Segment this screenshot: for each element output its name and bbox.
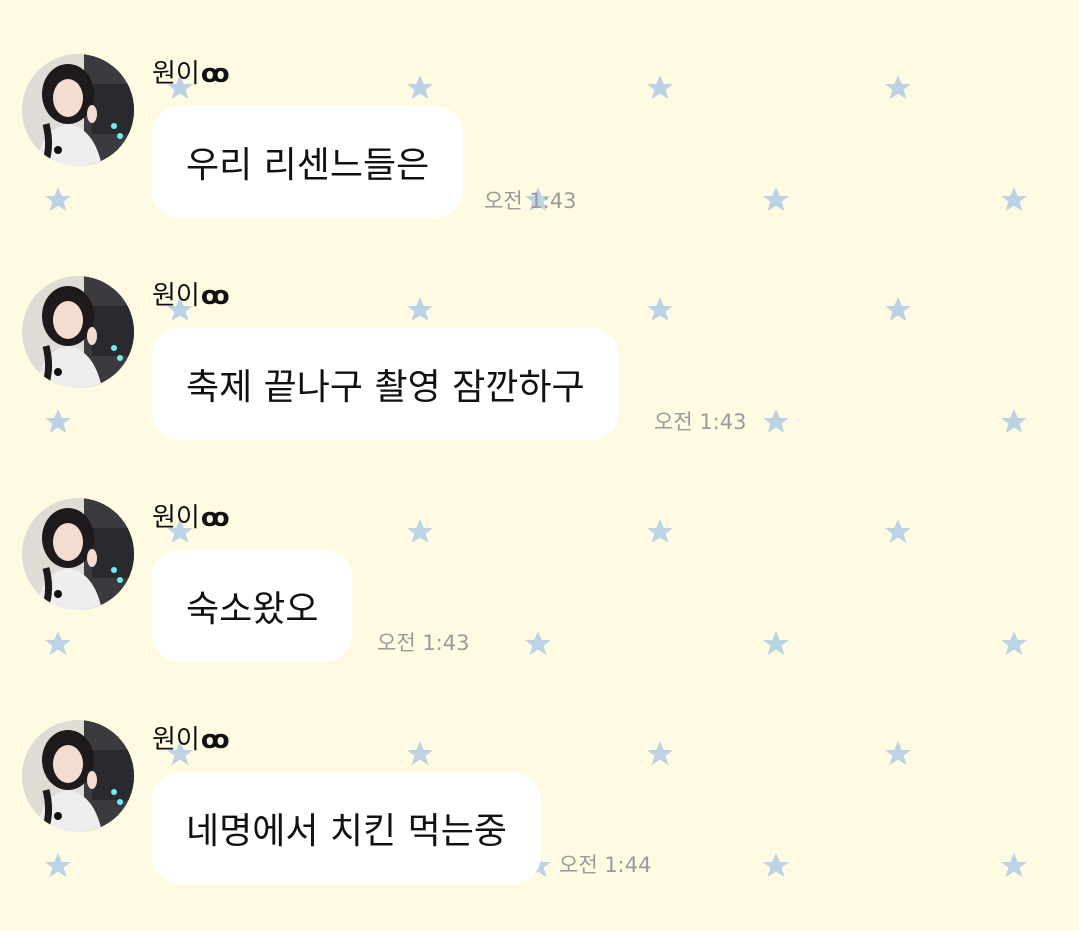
sender-name: 원이ꝏ xyxy=(152,503,230,533)
sender-name: 원이ꝏ xyxy=(152,725,230,755)
sender-emoticon: ꝏ xyxy=(200,59,230,89)
message-text: 축제 끝나구 촬영 잠깐하구 xyxy=(186,367,585,408)
message-row: 원이ꝏ 네명에서 치킨 먹는중 오전 1:44 xyxy=(0,720,1079,920)
message-row: 원이ꝏ 축제 끝나구 촬영 잠깐하구 오전 1:43 xyxy=(0,276,1079,476)
avatar-photo xyxy=(22,720,134,832)
message-time: 오전 1:43 xyxy=(377,631,470,655)
message-row: 원이ꝏ 숙소왔오 오전 1:43 xyxy=(0,498,1079,698)
avatar[interactable] xyxy=(22,720,134,832)
message-bubble[interactable]: 숙소왔오 xyxy=(152,550,353,662)
avatar[interactable] xyxy=(22,54,134,166)
sender-emoticon: ꝏ xyxy=(200,503,230,533)
avatar-photo xyxy=(22,498,134,610)
message-row: 원이ꝏ 우리 리센느들은 오전 1:43 xyxy=(0,54,1079,254)
message-bubble[interactable]: 축제 끝나구 촬영 잠깐하구 xyxy=(152,328,619,440)
message-text: 우리 리센느들은 xyxy=(186,145,430,186)
sender-emoticon: ꝏ xyxy=(200,725,230,755)
avatar[interactable] xyxy=(22,276,134,388)
avatar-photo xyxy=(22,54,134,166)
message-bubble[interactable]: 네명에서 치킨 먹는중 xyxy=(152,772,541,884)
message-text: 숙소왔오 xyxy=(186,589,319,630)
sender-emoticon: ꝏ xyxy=(200,281,230,311)
avatar-photo xyxy=(22,276,134,388)
message-time: 오전 1:43 xyxy=(484,189,577,213)
message-time: 오전 1:43 xyxy=(654,410,747,434)
avatar[interactable] xyxy=(22,498,134,610)
message-text: 네명에서 치킨 먹는중 xyxy=(186,811,507,852)
sender-name: 원이ꝏ xyxy=(152,281,230,311)
message-bubble[interactable]: 우리 리센느들은 xyxy=(152,106,464,218)
message-time: 오전 1:44 xyxy=(559,853,652,877)
sender-name: 원이ꝏ xyxy=(152,59,230,89)
